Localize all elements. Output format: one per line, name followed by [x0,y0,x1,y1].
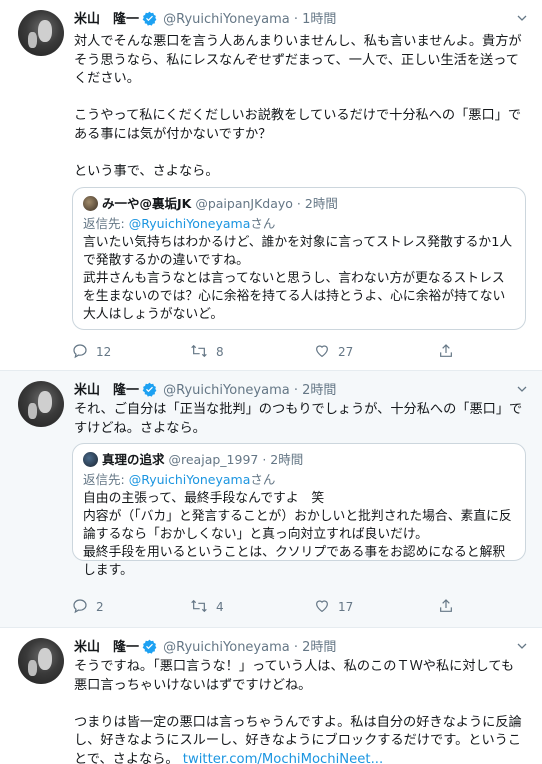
reply-prefix: 返信先: [83,216,129,231]
tweet-actions: 12 8 27 [72,342,452,362]
tweet-text-content: 対人でそんな悪口を言う人あんまりいませんし、私も言いませんよ。貴方がそう思うなら… [74,34,522,179]
reply-to-line: 返信先: @RyuichiYoneyamaさん [83,471,275,489]
separator-dot: · [262,452,267,467]
reply-button[interactable]: 12 [72,342,111,362]
reply-suffix: さん [250,216,276,231]
reply-to-line: 返信先: @RyuichiYoneyamaさん [83,215,275,233]
timestamp[interactable]: 1時間 [302,12,336,27]
tweet-text: 対人でそんな悪口を言う人あんまりいませんし、私も言いませんよ。貴方がそう思うなら… [74,33,524,181]
tweet-link[interactable]: twitter.com/MochiMochiNeet... [183,752,383,764]
reply-icon [73,344,87,359]
quoted-timestamp: 2時間 [304,196,338,211]
quoted-display-name: み一や@裏垢JK [102,196,192,211]
separator-dot: · [293,383,298,398]
reply-count: 2 [96,600,104,614]
separator-dot: · [293,12,298,27]
quoted-tweet-text: 自由の主張って、最終手段なんですよ 笑 内容が（「バカ」と発言することが）おかし… [83,491,512,578]
heart-icon [316,345,328,358]
verified-badge-icon [142,11,157,33]
tweet-actions: 2 4 17 [72,597,452,617]
tweet[interactable]: 米山 隆一 @RyuichiYoneyama · 1時間 対人でそんな悪口を言う… [0,0,542,371]
reply-suffix: さん [250,472,276,487]
tweet-header: 米山 隆一 @RyuichiYoneyama · 1時間 [74,10,528,30]
display-name[interactable]: 米山 隆一 [74,640,139,655]
quoted-tweet[interactable]: み一や@裏垢JK @paipanJKdayo · 2時間 返信先: @Ryuic… [72,187,526,330]
reply-count: 12 [96,345,112,359]
retweet-count: 8 [216,345,224,359]
retweet-icon [191,344,207,358]
tweet-header: 米山 隆一 @RyuichiYoneyama · 2時間 [74,381,528,401]
timestamp[interactable]: 2時間 [302,383,336,398]
quoted-handle: @reajap_1997 [168,452,259,467]
chevron-down-icon[interactable] [516,638,528,658]
quoted-avatar [83,452,98,467]
quoted-timestamp: 2時間 [270,452,304,467]
reply-icon [73,599,87,614]
chevron-down-icon[interactable] [516,381,528,401]
separator-dot: · [293,640,298,655]
retweet-button[interactable]: 8 [190,342,224,362]
reply-button[interactable]: 2 [72,597,104,617]
tweet-text: それ、ご自分は「正当な批判」のつもりでしょうが、十分私への「悪口」ですけどね。さ… [74,401,524,438]
tweet[interactable]: 米山 隆一 @RyuichiYoneyama · 2時間 それ、ご自分は「正当な… [0,371,542,628]
tweet-header: 米山 隆一 @RyuichiYoneyama · 2時間 [74,638,528,658]
share-button[interactable] [438,342,462,362]
avatar[interactable] [18,638,64,684]
user-handle[interactable]: @RyuichiYoneyama [163,640,290,655]
retweet-button[interactable]: 4 [190,597,224,617]
reply-to-handle[interactable]: @RyuichiYoneyama [129,216,251,231]
like-count: 17 [338,600,354,614]
retweet-icon [191,599,207,613]
quoted-handle: @paipanJKdayo [195,196,293,211]
share-icon [440,599,452,612]
heart-icon [316,600,328,613]
chevron-down-icon[interactable] [516,10,528,30]
display-name[interactable]: 米山 隆一 [74,383,139,398]
quoted-display-name: 真理の追求 [102,452,165,467]
quoted-avatar [83,196,98,211]
quoted-tweet-header: 真理の追求 @reajap_1997 · 2時間 [83,451,303,469]
reply-to-handle[interactable]: @RyuichiYoneyama [129,472,251,487]
avatar[interactable] [18,10,64,56]
like-button[interactable]: 17 [314,597,353,617]
retweet-count: 4 [216,600,224,614]
quoted-tweet-text: 言いたい気持ちはわかるけど、誰かを対象に言ってストレス発散するか1人で発散するか… [83,235,513,322]
separator-dot: · [296,196,301,211]
user-handle[interactable]: @RyuichiYoneyama [163,12,290,27]
avatar[interactable] [18,381,64,427]
reply-prefix: 返信先: [83,472,129,487]
tweet-text: そうですね。「悪口言うな！」っていう人は、私のこのＴＷや私に対しても悪口言っちゃ… [74,658,524,764]
user-handle[interactable]: @RyuichiYoneyama [163,383,290,398]
timestamp[interactable]: 2時間 [302,640,336,655]
quoted-tweet-header: み一や@裏垢JK @paipanJKdayo · 2時間 [83,195,338,213]
quoted-tweet[interactable]: 真理の追求 @reajap_1997 · 2時間 返信先: @RyuichiYo… [72,443,526,578]
display-name[interactable]: 米山 隆一 [74,12,139,27]
share-icon [440,344,452,357]
like-button[interactable]: 27 [314,342,353,362]
tweet-text-content: それ、ご自分は「正当な批判」のつもりでしょうが、十分私への「悪口」ですけどね。さ… [74,402,523,436]
tweet[interactable]: 米山 隆一 @RyuichiYoneyama · 2時間 そうですね。「悪口言う… [0,628,542,764]
tweet-text-content: そうですね。「悪口言うな！」っていう人は、私のこのＴＷや私に対しても悪口言っちゃ… [74,659,522,764]
like-count: 27 [338,345,354,359]
share-button[interactable] [438,597,462,617]
